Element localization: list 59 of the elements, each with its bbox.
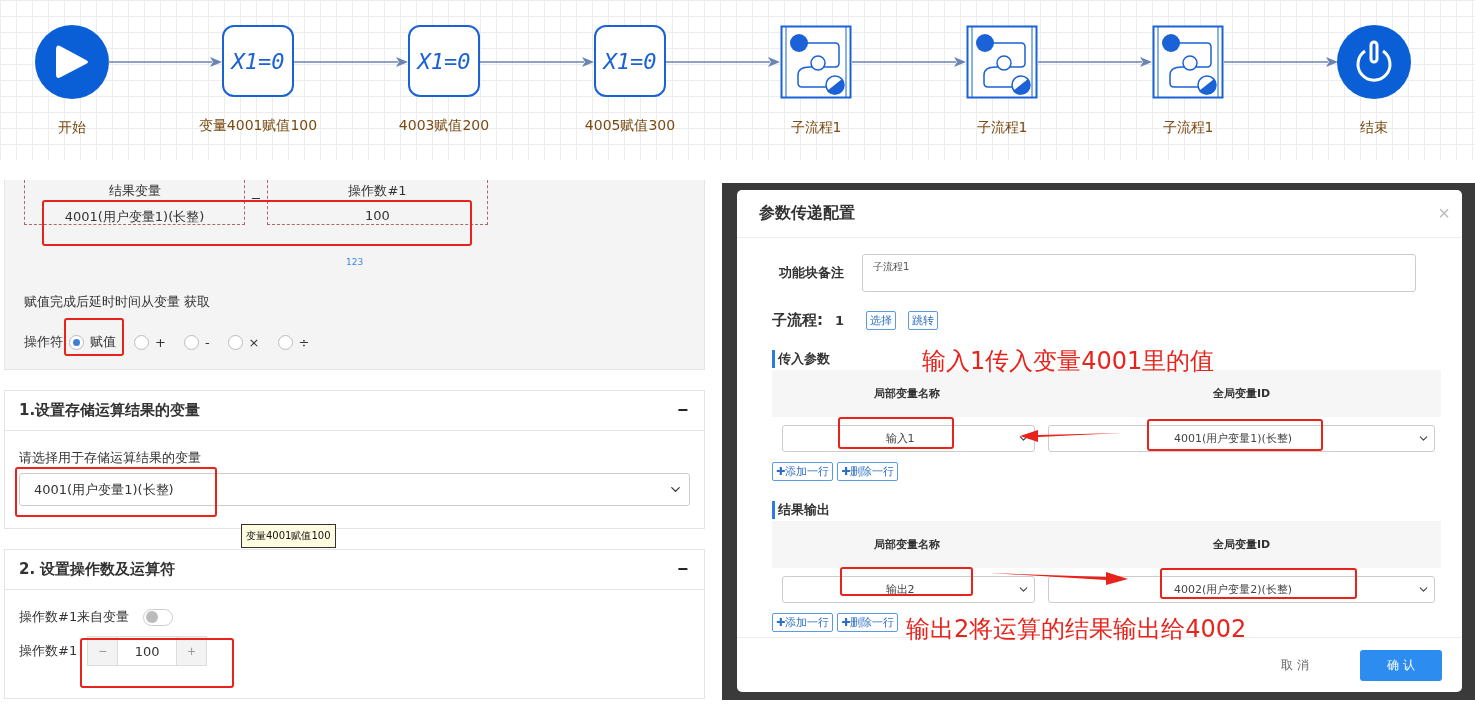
- local-variable-select[interactable]: 输入1: [782, 425, 1035, 452]
- column-header: 全局变量ID: [1211, 386, 1272, 401]
- tooltip: 变量4001赋值100: [241, 524, 336, 548]
- remark-field[interactable]: 子流程1: [862, 254, 1416, 292]
- play-icon[interactable]: [35, 25, 109, 99]
- box-value: 4001(用户变量1)(长整): [64, 208, 205, 226]
- delay-text: 赋值完成后延时时间从变量 获取: [24, 293, 212, 311]
- subprocess-icon[interactable]: [1152, 25, 1224, 99]
- local-variable-select[interactable]: 输出2: [782, 576, 1035, 603]
- row-button[interactable]: ✚删除一行: [837, 613, 899, 632]
- operator-radio[interactable]: 赋值: [69, 333, 116, 351]
- node-label: 子流程1: [976, 119, 1028, 137]
- section-title: 2. 设置操作数及运算符: [19, 560, 176, 579]
- subflow-button[interactable]: 跳转: [908, 311, 939, 330]
- hint-text: 123: [346, 257, 364, 267]
- row-button[interactable]: ✚添加一行: [772, 613, 834, 632]
- global-variable-select[interactable]: 4001(用户变量1)(长整): [1048, 425, 1435, 452]
- operator-radio[interactable]: +: [134, 334, 166, 350]
- subflow-value: 1: [835, 313, 845, 328]
- remark-label: 功能块备注: [779, 264, 844, 282]
- subprocess-icon[interactable]: [780, 25, 852, 99]
- row-button[interactable]: ✚添加一行: [772, 462, 834, 481]
- operator-radio[interactable]: ÷: [277, 334, 310, 350]
- toggle-label: 操作数#1来自变量: [19, 608, 130, 626]
- collapse-button[interactable]: −: [677, 400, 688, 421]
- node-label: 子流程1: [790, 119, 842, 137]
- dialog-title: 参数传递配置: [759, 203, 855, 224]
- column-header: 全局变量ID: [1211, 537, 1272, 552]
- column-header: 局部变量名称: [873, 537, 941, 552]
- row-button[interactable]: ✚删除一行: [837, 462, 899, 481]
- operator-radio[interactable]: ×: [227, 334, 260, 350]
- assign-node[interactable]: X1=0: [594, 25, 666, 97]
- box-header: 操作数#1: [348, 182, 407, 200]
- node-label: 结束: [1360, 119, 1388, 137]
- stepper-label: 操作数#1: [19, 642, 78, 660]
- assign-node[interactable]: X1=0: [222, 25, 294, 97]
- subflow-label: 子流程:: [772, 311, 823, 330]
- variable-select[interactable]: 4001(用户变量1)(长整): [19, 473, 690, 506]
- section-title: 1.设置存储运算结果的变量: [19, 401, 201, 420]
- node-label: 开始: [58, 119, 86, 137]
- global-variable-select[interactable]: 4002(用户变量2)(长整): [1048, 576, 1435, 603]
- assign-node[interactable]: X1=0: [408, 25, 480, 97]
- node-label: 4005赋值300: [584, 117, 676, 135]
- subprocess-icon[interactable]: [966, 25, 1038, 99]
- toggle-switch[interactable]: [143, 608, 174, 626]
- operator-label: 操作符: [24, 333, 63, 351]
- box-header: 结果变量: [108, 182, 161, 200]
- cancel-button[interactable]: 取 消: [1275, 655, 1315, 675]
- node-label: 4003赋值200: [398, 117, 490, 135]
- annotation-text: 输入1传入变量4001里的值: [922, 346, 1215, 377]
- box-value: 100: [365, 208, 390, 223]
- highlight-frame: [64, 318, 124, 356]
- annotation-text: 输出2将运算的结果输出给4002: [906, 614, 1247, 645]
- node-label: 变量4001赋值100: [198, 117, 318, 135]
- column-header: 局部变量名称: [873, 386, 941, 401]
- node-label: 子流程1: [1162, 119, 1214, 137]
- subflow-button[interactable]: 选择: [866, 311, 897, 330]
- field-label: 请选择用于存储运算结果的变量: [19, 449, 201, 467]
- collapse-button[interactable]: −: [677, 559, 688, 580]
